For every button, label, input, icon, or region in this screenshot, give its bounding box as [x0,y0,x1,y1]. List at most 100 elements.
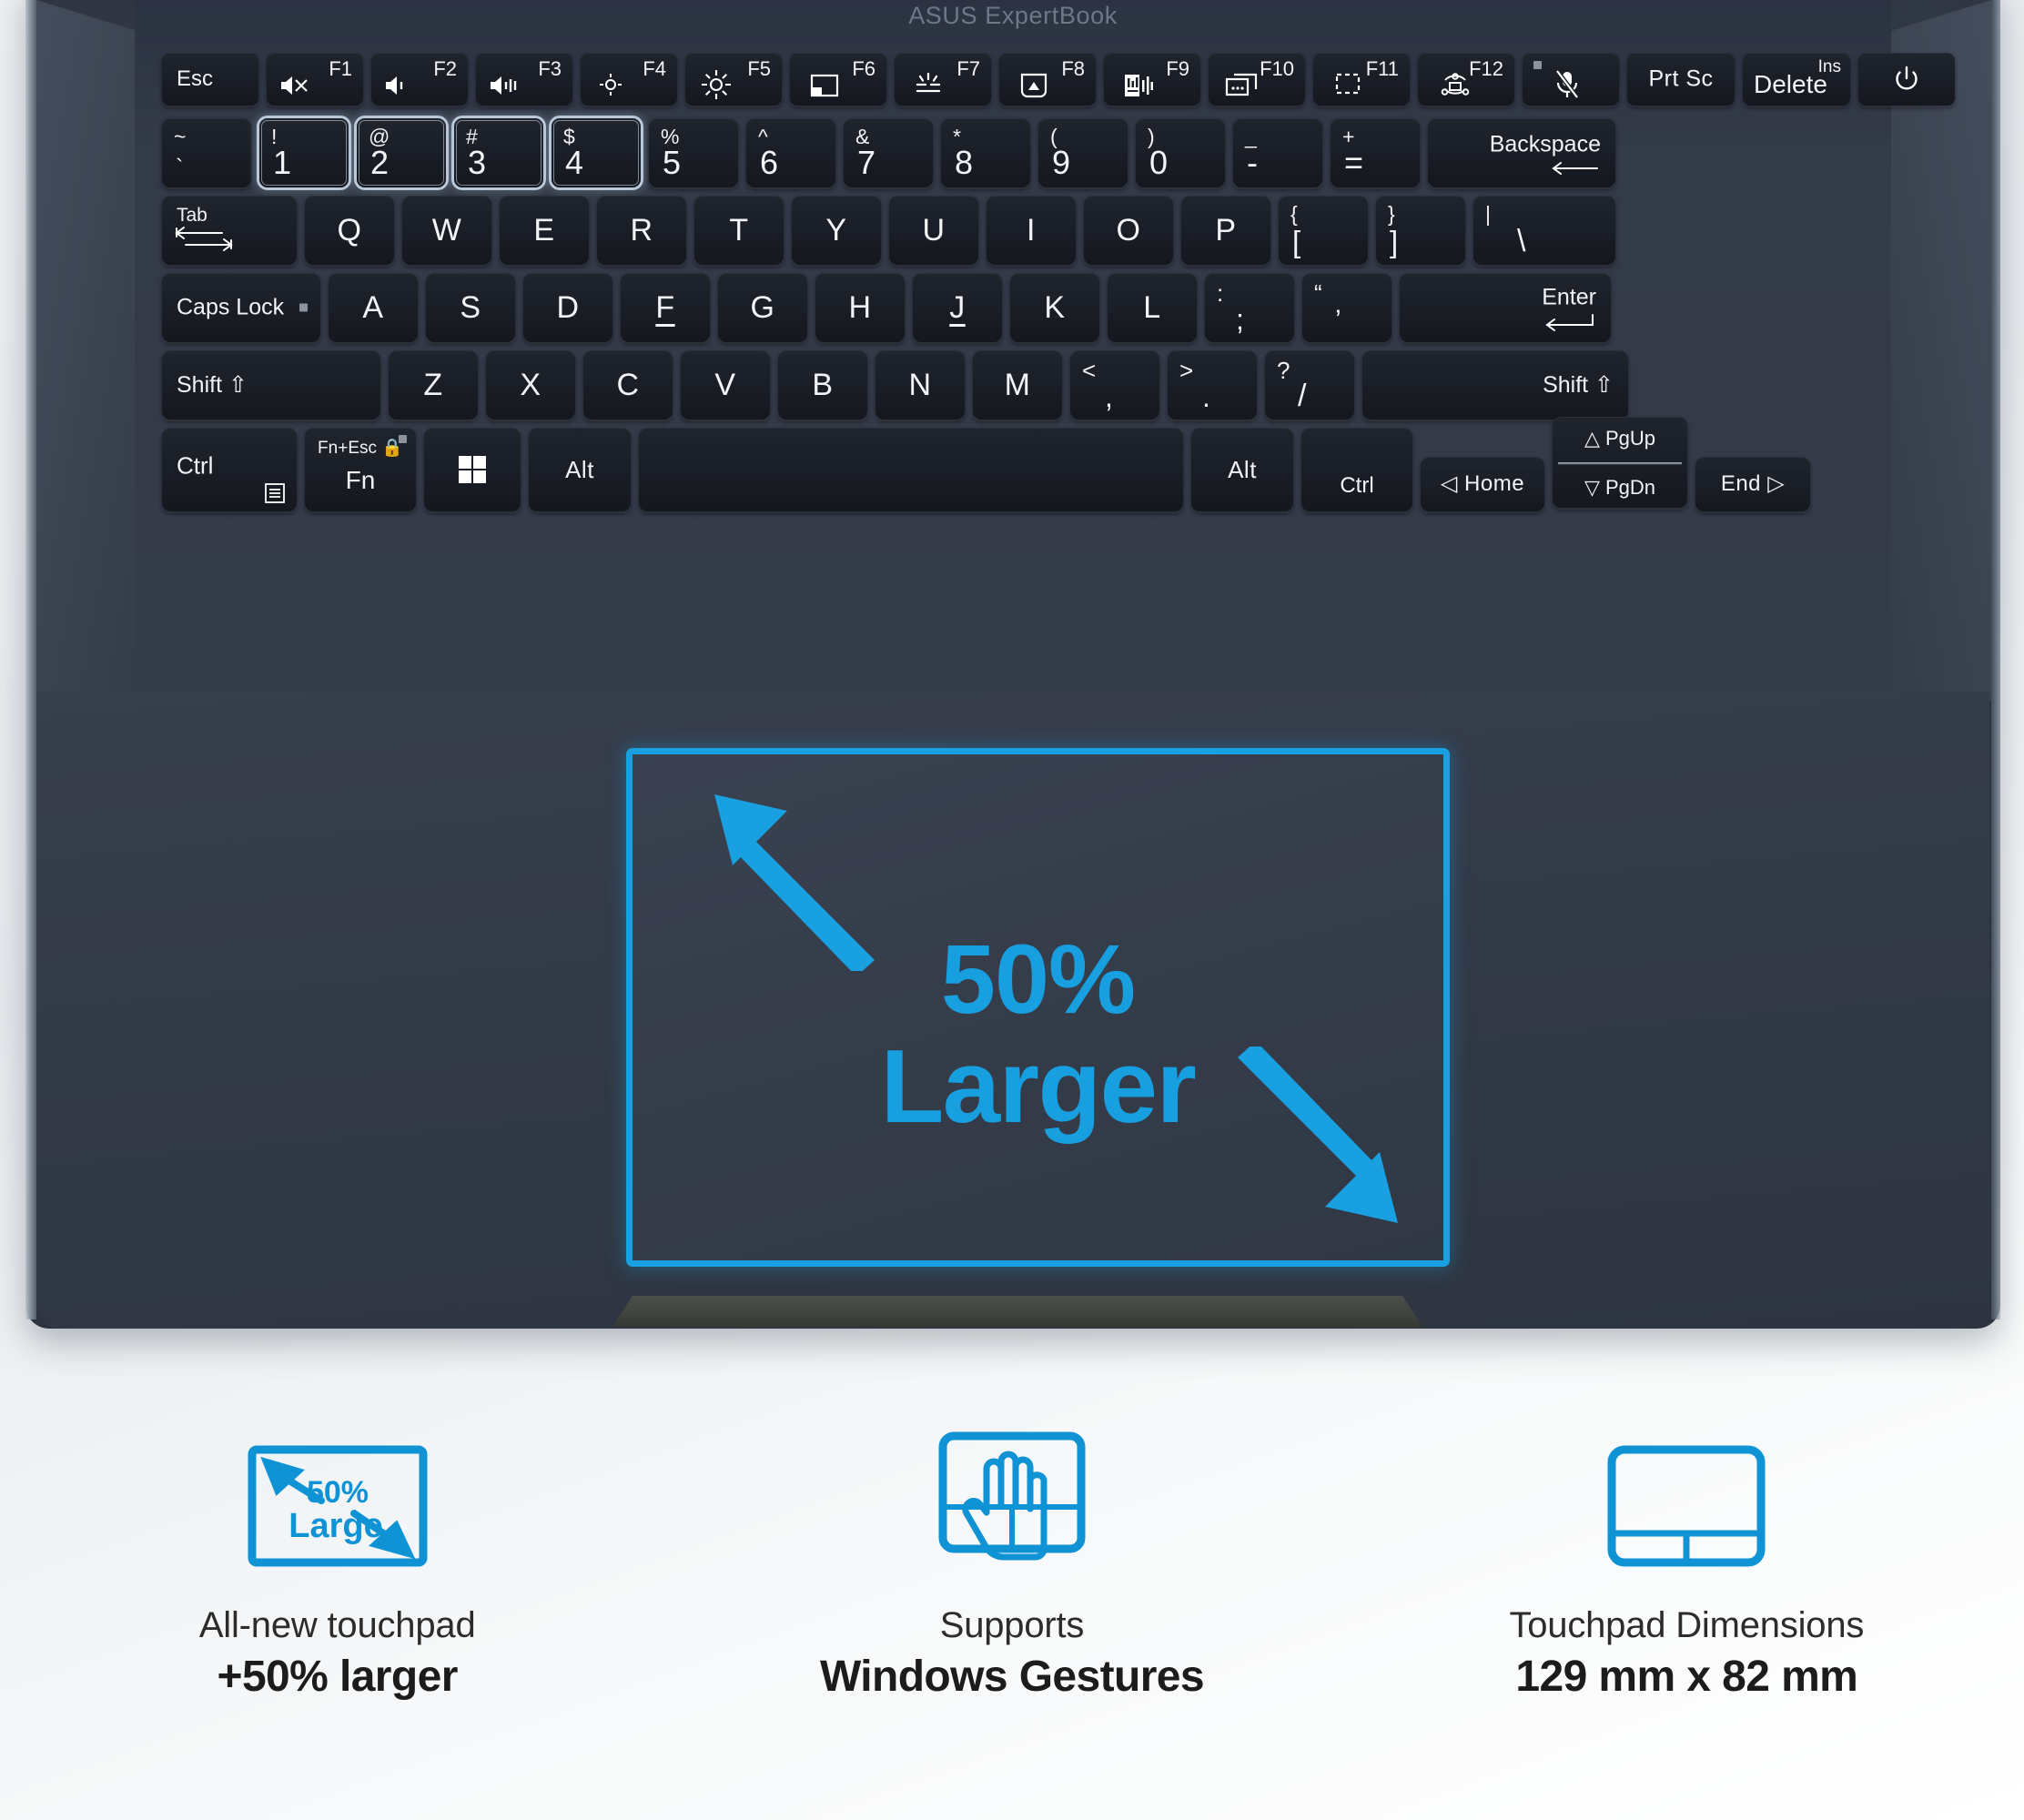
key-p[interactable]: P [1181,196,1270,265]
touchpad-toggle-icon [810,74,839,97]
key-period[interactable]: > . [1168,350,1257,420]
key-i[interactable]: I [987,196,1076,265]
brand-label: ASUS ExpertBook [908,2,1118,29]
key-microphone-mute[interactable] [1523,53,1619,106]
key-x[interactable]: X [486,350,575,420]
key-k[interactable]: K [1010,273,1099,342]
key-shift-left[interactable]: Shift ⇧ [162,350,380,420]
key-0[interactable]: ) 0 [1136,118,1225,187]
key-f9[interactable]: F9 [1104,53,1200,106]
pgdn-label: PgDn [1605,476,1656,499]
chassis-bevel-left [25,0,36,1320]
key-l[interactable]: L [1108,273,1197,342]
key-windows[interactable] [424,428,521,511]
key-print-screen[interactable]: Prt Sc [1627,53,1735,106]
key-enter[interactable]: Enter [1400,273,1611,342]
key-r[interactable]: R [597,196,686,265]
key-m[interactable]: M [973,350,1062,420]
key-backslash[interactable]: | \ [1473,196,1615,265]
key-equals[interactable]: + = [1331,118,1420,187]
key-f8[interactable]: F8 [999,53,1096,106]
key-f2[interactable]: F2 [371,53,468,106]
key-f6[interactable]: F6 [790,53,886,106]
key-ctrl-left[interactable]: Ctrl [162,428,297,511]
key-h[interactable]: H [815,273,905,342]
key-home[interactable]: ◁ Home [1421,457,1544,511]
key-f1[interactable]: F1 [267,53,363,106]
key-delete[interactable]: Ins Delete [1743,53,1850,106]
key-3[interactable]: # 3 [454,118,543,187]
key-n[interactable]: N [875,350,965,420]
key-alt-left[interactable]: Alt [529,428,631,511]
key-shift-right[interactable]: Shift ⇧ [1362,350,1628,420]
key-c[interactable]: C [583,350,673,420]
pgup-label: PgUp [1605,427,1656,450]
key-caps-lock[interactable]: Caps Lock [162,273,320,342]
end-arrow-icon: ▷ [1767,471,1786,496]
key-o[interactable]: O [1084,196,1173,265]
key-f12[interactable]: F12 [1418,53,1514,106]
key-alt-right[interactable]: Alt [1191,428,1293,511]
key-f[interactable]: F [621,273,710,342]
key-5[interactable]: % 5 [649,118,738,187]
key-s[interactable]: S [426,273,515,342]
key-f3[interactable]: F3 [476,53,572,106]
brightness-up-icon [700,68,733,101]
key-tab[interactable]: Tab [162,196,297,265]
key-ctrl-right[interactable]: Ctrl [1301,428,1412,511]
key-2[interactable]: @ 2 [357,118,446,187]
key-quote[interactable]: “ ’ [1302,273,1392,342]
key-f11[interactable]: F11 [1313,53,1410,106]
key-power[interactable] [1858,53,1955,106]
key-slash[interactable]: ? / [1265,350,1354,420]
key-f4[interactable]: F4 [581,53,677,106]
key-6[interactable]: ^ 6 [746,118,835,187]
key-t[interactable]: T [694,196,784,265]
key-q[interactable]: Q [305,196,394,265]
key-e[interactable]: E [500,196,589,265]
key-w[interactable]: W [402,196,491,265]
key-d[interactable]: D [523,273,612,342]
key-minus[interactable]: _ - [1233,118,1322,187]
key-backspace[interactable]: Backspace [1428,118,1615,187]
key-comma[interactable]: < , [1070,350,1159,420]
key-semicolon[interactable]: : ; [1205,273,1294,342]
key-g[interactable]: G [718,273,807,342]
key-8[interactable]: * 8 [941,118,1030,187]
noise-cancel-icon [1124,74,1153,97]
key-pgup-pgdn[interactable]: △ PgUp ▽ PgDn [1553,417,1687,508]
key-backtick[interactable]: ~ ` [162,118,251,187]
end-label: End [1720,471,1762,496]
key-f7[interactable]: F7 [895,53,991,106]
key-z[interactable]: Z [389,350,478,420]
key-1[interactable]: ! 1 [259,118,349,187]
key-end[interactable]: End ▷ [1695,457,1810,511]
key-esc[interactable]: Esc [162,53,258,106]
key-y[interactable]: Y [792,196,881,265]
page-root: ASUS ExpertBook Esc F1 F2 F3 F4 F5 F6 F7… [0,0,2024,1820]
keyboard-row-shift: Shift ⇧ Z X C V B N M < , > . ? / Shift … [162,350,1873,420]
key-fn[interactable]: Fn+Esc 🔒 Fn [305,428,416,511]
feature-1-caption-bottom: +50% larger [217,1653,459,1701]
key-bracket-right[interactable]: } ] [1376,196,1465,265]
menu-icon [264,482,286,504]
key-4[interactable]: $ 4 [552,118,641,187]
shift-right-label: Shift [1543,372,1589,398]
key-space[interactable] [639,428,1183,511]
key-bracket-left[interactable]: { [ [1279,196,1368,265]
key-j[interactable]: J [913,273,1002,342]
touchpad-icon-text-line2: Large [288,1507,382,1545]
key-v[interactable]: V [681,350,770,420]
touchpad-dimensions-icon [1350,1420,2024,1592]
keyboard: Esc F1 F2 F3 F4 F5 F6 F7 F8 F9 F10 F11 F… [162,53,1955,520]
key-u[interactable]: U [889,196,978,265]
key-9[interactable]: ( 9 [1038,118,1128,187]
key-7[interactable]: & 7 [844,118,933,187]
key-f5[interactable]: F5 [685,53,782,106]
key-f10[interactable]: F10 [1209,53,1305,106]
touchpad-highlight-frame[interactable]: 50% Larger [626,748,1450,1267]
key-a[interactable]: A [329,273,418,342]
front-lip [612,1296,1422,1327]
key-b[interactable]: B [778,350,867,420]
keyboard-backlight-icon [913,73,944,96]
